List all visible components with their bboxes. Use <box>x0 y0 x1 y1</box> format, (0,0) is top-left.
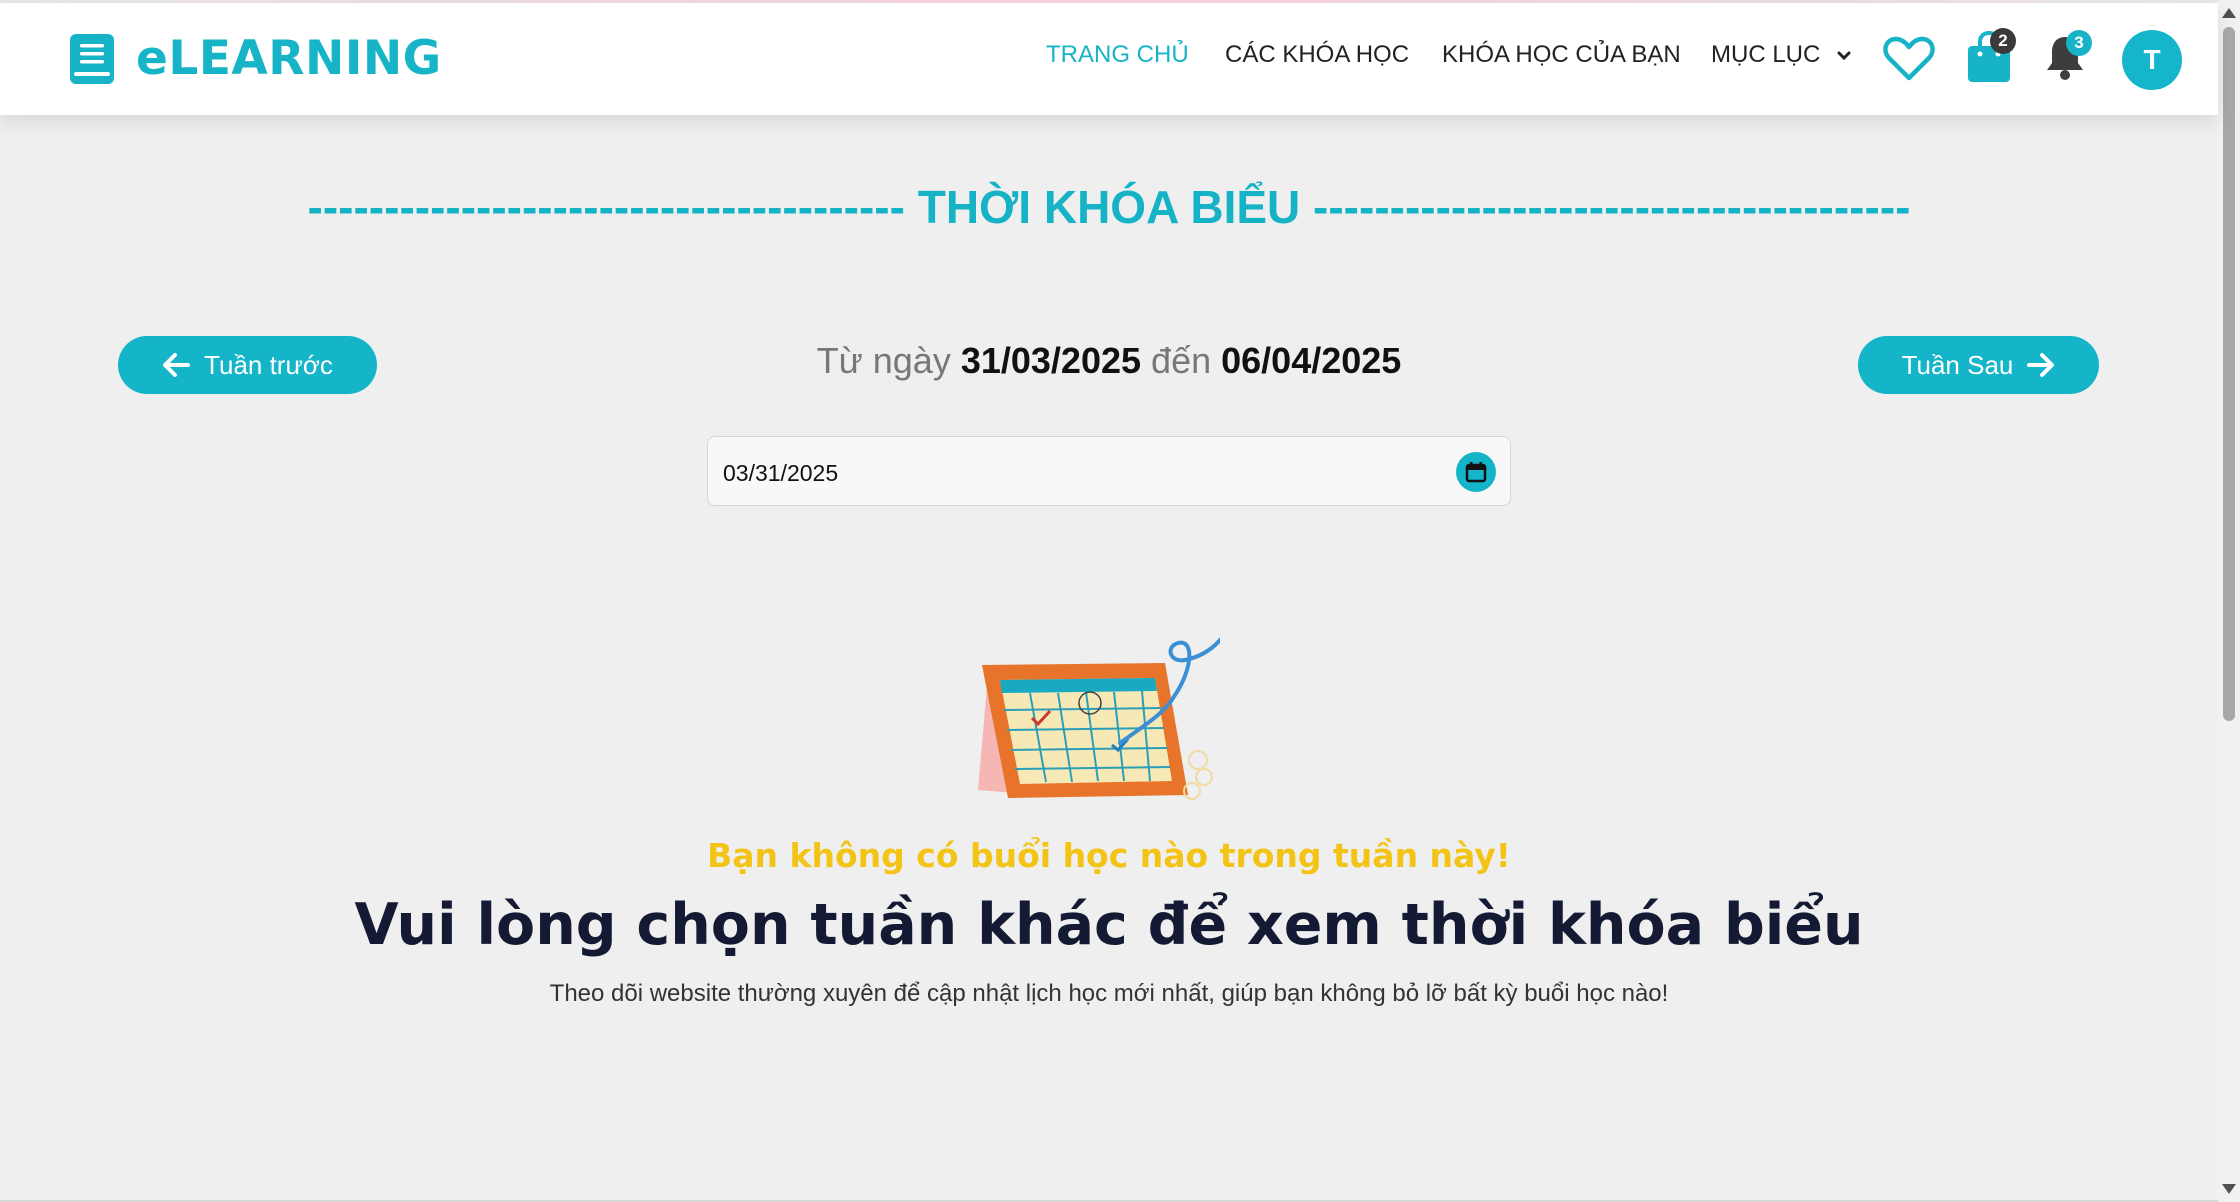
range-from-date: 31/03/2025 <box>960 340 1142 381</box>
scroll-up-icon[interactable] <box>2222 8 2236 18</box>
date-picker-input[interactable]: 03/31/2025 <box>707 436 1511 506</box>
nav-catalog-label: MỤC LỤC <box>1711 41 1821 68</box>
empty-calendar-illustration <box>978 636 1220 800</box>
empty-week-title: Bạn không có buổi học nào trong tuần này… <box>707 836 1511 875</box>
site-header: eLEARNING TRANG CHỦ CÁC KHÓA HỌC KHÓA HỌ… <box>0 3 2218 115</box>
book-icon <box>70 33 114 84</box>
scrollbar-thumb[interactable] <box>2223 27 2235 721</box>
range-from-label: Từ ngày <box>816 340 951 381</box>
date-input-value: 03/31/2025 <box>723 460 839 486</box>
heart-icon[interactable] <box>1883 36 1935 82</box>
brand-name: eLEARNING <box>136 31 442 86</box>
scroll-down-icon[interactable] <box>2222 1184 2236 1194</box>
chevron-down-icon <box>1837 51 1851 60</box>
vertical-scrollbar[interactable] <box>2218 0 2240 1202</box>
page-title: --------------------------------------- … <box>307 181 1911 233</box>
arrow-right-icon <box>2027 353 2055 377</box>
cart-count-badge: 2 <box>1990 28 2016 54</box>
nav-catalog[interactable]: MỤC LỤC <box>1711 41 1851 69</box>
calendar-icon <box>1465 462 1487 483</box>
notification-count-badge: 3 <box>2066 30 2092 56</box>
next-week-button[interactable]: Tuần Sau <box>1858 336 2099 394</box>
nav-my-courses[interactable]: KHÓA HỌC CỦA BẠN <box>1442 41 1681 69</box>
nav-courses[interactable]: CÁC KHÓA HỌC <box>1225 41 1409 69</box>
nav-home[interactable]: TRANG CHỦ <box>1046 41 1189 69</box>
cart-button[interactable]: 2 <box>1966 28 2016 86</box>
calendar-button[interactable] <box>1456 452 1496 492</box>
brand-logo[interactable]: eLEARNING <box>70 31 442 86</box>
empty-week-heading: Vui lòng chọn tuần khác để xem thời khóa… <box>354 892 1864 958</box>
range-to-date: 06/04/2025 <box>1221 340 1402 381</box>
empty-week-note: Theo dõi website thường xuyên để cập nhậ… <box>549 980 1669 1007</box>
next-week-label: Tuần Sau <box>1901 349 2014 380</box>
notifications-button[interactable]: 3 <box>2044 30 2092 87</box>
user-avatar[interactable]: T <box>2122 30 2182 90</box>
range-to-label: đến <box>1151 340 1212 381</box>
